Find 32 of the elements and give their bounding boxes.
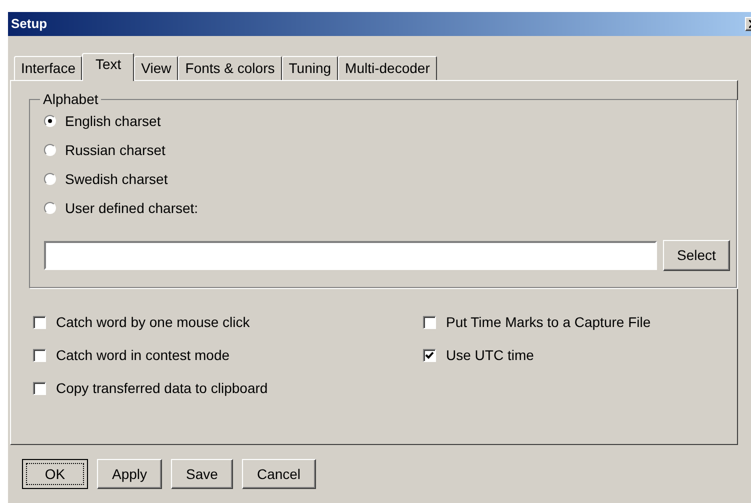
checkbox[interactable] xyxy=(423,316,436,328)
checkbox-label: Copy transferred data to clipboard xyxy=(56,378,268,398)
tab[interactable]: Fonts & colors xyxy=(178,56,282,80)
radio-label: User defined charset: xyxy=(65,198,198,218)
dialog-button[interactable]: Save xyxy=(171,459,233,489)
radio-button[interactable] xyxy=(44,202,56,214)
radio-label: Swedish charset xyxy=(65,170,168,188)
tab[interactable]: Text xyxy=(82,53,134,81)
group-legend: Alphabet xyxy=(40,89,102,110)
window-title: Setup xyxy=(11,15,48,34)
dialog-button[interactable]: Apply xyxy=(97,459,162,489)
select-button[interactable]: Select xyxy=(663,240,730,271)
checkbox[interactable] xyxy=(33,382,46,394)
dialog-button[interactable]: OK xyxy=(22,459,88,489)
radio-button[interactable] xyxy=(44,115,56,127)
radio-label: Russian charset xyxy=(65,140,166,160)
tab[interactable]: Multi-decoder xyxy=(338,56,437,80)
dialog-button[interactable]: Cancel xyxy=(242,459,316,489)
checkbox-label: Put Time Marks to a Capture File xyxy=(446,312,651,332)
checkbox[interactable] xyxy=(33,348,46,362)
checkbox-label: Catch word by one mouse click xyxy=(56,312,250,332)
radio-button[interactable] xyxy=(44,144,56,156)
radio-label: English charset xyxy=(65,112,161,131)
tab[interactable]: Interface xyxy=(14,56,82,80)
radio-button[interactable] xyxy=(44,173,56,185)
checkbox[interactable] xyxy=(423,348,436,362)
checkbox-label: Use UTC time xyxy=(446,346,534,364)
checkbox-label: Catch word in contest mode xyxy=(56,346,230,364)
tab[interactable]: Tuning xyxy=(282,56,338,80)
checkbox[interactable] xyxy=(33,316,46,328)
charset-field[interactable] xyxy=(44,241,657,270)
tab[interactable]: View xyxy=(134,56,178,80)
